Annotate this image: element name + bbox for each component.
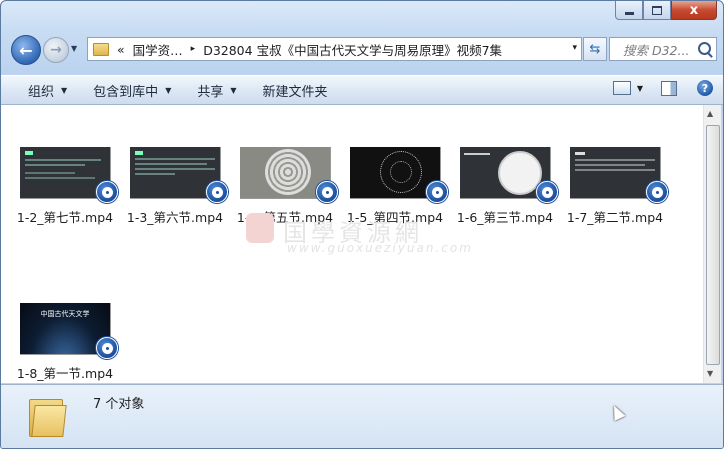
watermark-url: www.guoxueziyuan.com — [287, 241, 473, 255]
include-library-label: 包含到库中 — [93, 84, 159, 100]
item-count: 7 个对象 — [93, 397, 145, 412]
video-reel-icon — [316, 181, 338, 203]
change-view-icon[interactable] — [612, 81, 631, 95]
new-folder-label: 新建文件夹 — [262, 84, 328, 100]
breadcrumb-separator[interactable]: ▸ — [191, 44, 196, 54]
refresh-icon: ⇆ — [589, 41, 601, 57]
close-button[interactable]: x — [671, 1, 717, 20]
vertical-scrollbar[interactable]: ▲ ▼ — [703, 105, 721, 383]
video-reel-icon — [96, 337, 118, 359]
forward-button[interactable]: → — [43, 37, 69, 63]
chevron-down-icon: ▼ — [230, 85, 237, 95]
search-box[interactable]: 搜索 D32... — [609, 37, 717, 61]
recent-pages-dropdown[interactable]: ▼ — [71, 44, 77, 53]
address-dropdown-icon[interactable]: ▾ — [572, 43, 577, 53]
folder-icon — [29, 395, 67, 437]
video-reel-icon — [426, 181, 448, 203]
folder-icon — [93, 42, 109, 56]
preview-pane-icon[interactable] — [661, 80, 677, 96]
scroll-down-icon[interactable]: ▼ — [707, 369, 713, 378]
address-history-glyph[interactable]: « — [117, 42, 125, 57]
search-input[interactable]: 搜索 D32... — [623, 40, 689, 59]
new-folder-button[interactable]: 新建文件夹 — [257, 81, 334, 100]
file-list[interactable]: 1-2_第七节.mp4 1-3_第六节.mp4 1-4_第五节.mp4 1-5_… — [1, 105, 703, 383]
file-name[interactable]: 1-3_第六节.mp4 — [120, 207, 230, 226]
caption-buttons: x — [615, 1, 717, 21]
organize-label: 组织 — [28, 84, 55, 100]
minimize-icon — [624, 11, 634, 15]
back-arrow-icon: ← — [19, 40, 33, 60]
help-icon[interactable]: ? — [697, 80, 713, 96]
search-icon[interactable] — [698, 42, 711, 55]
explorer-window: x ← → ▼ « 国学资… ▸ D32804 宝叔《中国古代天文学与周易原理》… — [0, 0, 724, 449]
close-icon: x — [689, 2, 699, 18]
breadcrumb-current[interactable]: D32804 宝叔《中国古代天文学与周易原理》视频7集 — [203, 40, 502, 59]
maximize-icon — [652, 5, 662, 15]
maximize-button[interactable] — [643, 1, 671, 20]
view-controls: ▼ ? — [612, 80, 713, 96]
file-name[interactable]: 1-2_第七节.mp4 — [10, 207, 120, 226]
include-in-library-menu[interactable]: 包含到库中 ▼ — [87, 81, 177, 100]
share-menu[interactable]: 共享 ▼ — [191, 81, 242, 100]
back-button[interactable]: ← — [11, 35, 41, 65]
circular-chart-image — [265, 149, 311, 195]
file-name[interactable]: 1-7_第二节.mp4 — [560, 207, 670, 226]
video-reel-icon — [206, 181, 228, 203]
share-label: 共享 — [197, 84, 224, 100]
thumb-logo — [25, 151, 33, 155]
breadcrumb-parent[interactable]: 国学资… — [133, 40, 183, 59]
chevron-down-icon: ▼ — [61, 85, 68, 95]
file-name[interactable]: 1-6_第三节.mp4 — [450, 207, 560, 226]
navigation-bar: ← → ▼ « 国学资… ▸ D32804 宝叔《中国古代天文学与周易原理》视频… — [9, 34, 717, 65]
command-bar: 组织 ▼ 包含到库中 ▼ 共享 ▼ 新建文件夹 ▼ ? — [1, 75, 723, 105]
forward-arrow-icon: → — [50, 42, 62, 58]
video-reel-icon — [536, 181, 558, 203]
video-reel-icon — [646, 181, 668, 203]
thumbnail-title: 中国古代天文学 — [40, 310, 90, 318]
minimize-button[interactable] — [615, 1, 643, 20]
file-name[interactable]: 1-8_第一节.mp4 — [10, 363, 120, 382]
scrollbar-thumb[interactable] — [706, 125, 720, 365]
view-options-chevron-icon[interactable]: ▼ — [637, 84, 643, 93]
scroll-up-icon[interactable]: ▲ — [707, 109, 713, 118]
refresh-button[interactable]: ⇆ — [583, 37, 607, 61]
chevron-down-icon: ▼ — [165, 85, 172, 95]
organize-menu[interactable]: 组织 ▼ — [22, 81, 73, 100]
video-reel-icon — [96, 181, 118, 203]
watermark-logo — [246, 213, 274, 243]
address-bar[interactable]: « 国学资… ▸ D32804 宝叔《中国古代天文学与周易原理》视频7集 ▾ — [87, 37, 582, 61]
